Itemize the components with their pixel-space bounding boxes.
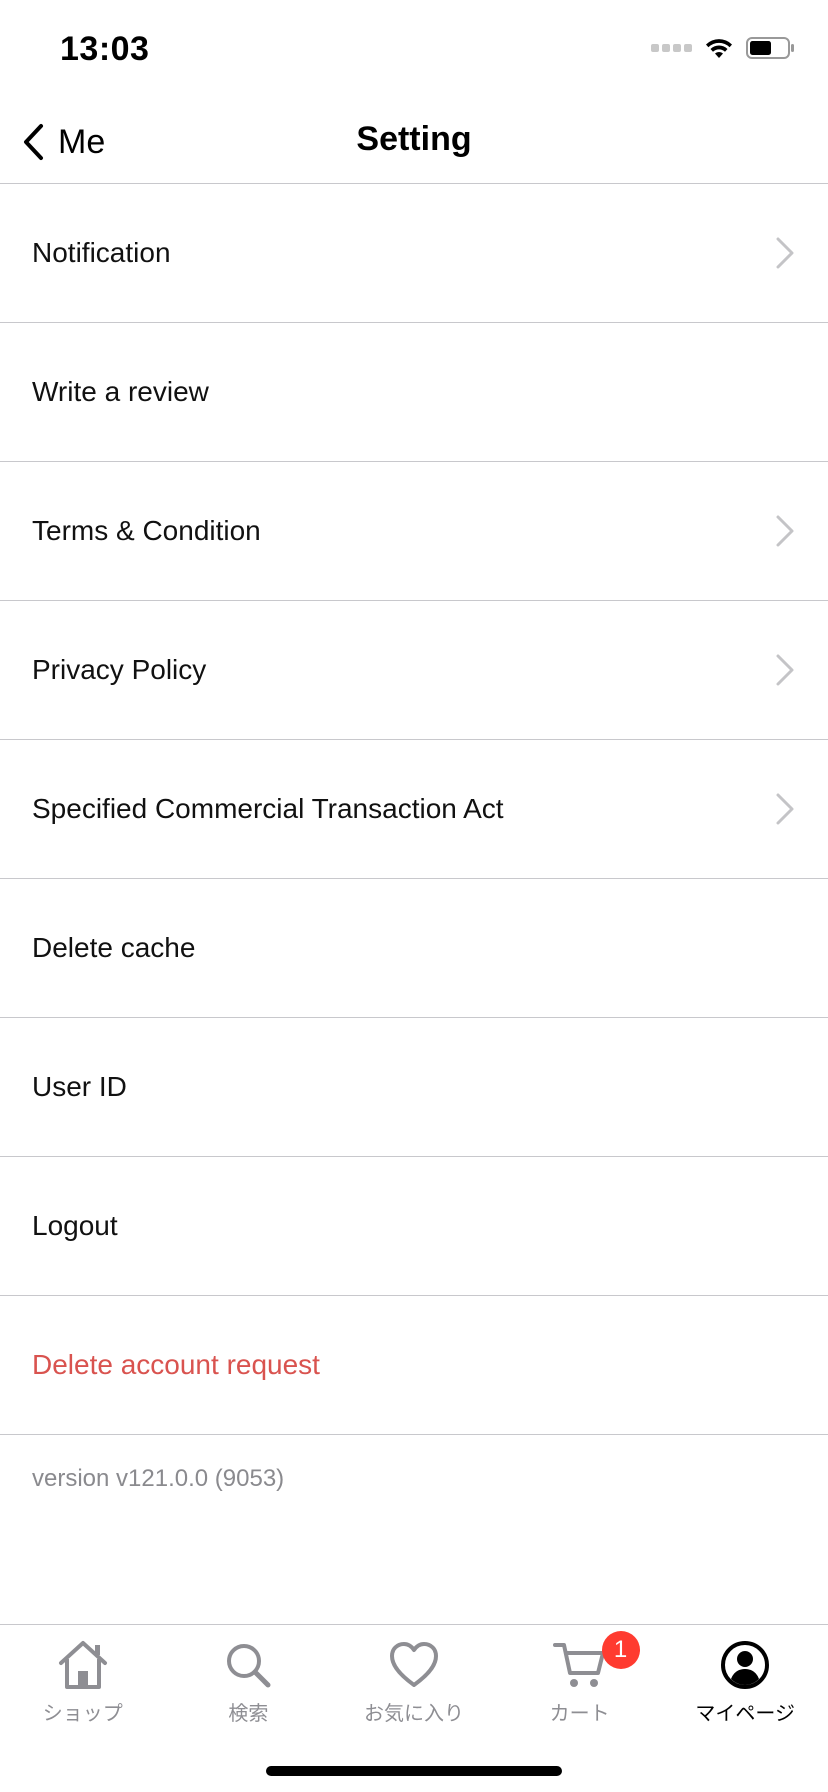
chevron-right-icon [776,793,794,825]
tab-search[interactable]: 検索 [166,1625,332,1735]
row-label: User ID [32,1071,127,1102]
heart-icon [389,1642,438,1687]
tab-shop[interactable]: ショップ [0,1625,166,1735]
tab-cart[interactable]: 1 カート [497,1625,663,1735]
settings-row-delete-account[interactable]: Delete account request [0,1296,828,1435]
status-time: 13:03 [60,30,150,68]
cart-icon [552,1643,605,1687]
settings-list: Notification Write a review Terms & Cond… [0,184,828,1435]
settings-row-user-id[interactable]: User ID [0,1018,828,1157]
battery-icon [746,37,794,59]
tab-bar: ショップ 検索 お気に入り 1 カート マイページ [0,1624,828,1792]
settings-row-write-review[interactable]: Write a review [0,323,828,462]
tab-label: カート [549,1701,610,1725]
nav-bar: Me Setting [0,100,828,184]
status-bar: 13:03 [0,0,828,100]
chevron-right-icon [776,654,794,686]
row-label: Notification [32,237,171,268]
cart-badge: 1 [601,1631,640,1669]
settings-row-privacy-policy[interactable]: Privacy Policy [0,601,828,740]
home-icon [58,1641,107,1689]
row-label: Delete cache [32,932,196,963]
signal-icon [651,44,692,52]
search-icon [227,1644,271,1688]
chevron-right-icon [776,515,794,547]
tab-favorites[interactable]: お気に入り [331,1625,497,1735]
row-label: Privacy Policy [32,654,207,685]
status-icons [651,36,796,60]
wifi-icon [706,39,732,58]
home-indicator[interactable] [266,1766,562,1776]
tab-label: ショップ [42,1701,123,1725]
settings-row-commercial-transaction-act[interactable]: Specified Commercial Transaction Act [0,740,828,879]
tab-label: マイページ [695,1701,795,1725]
tab-my-page[interactable]: マイページ [662,1625,828,1735]
row-label: Logout [32,1210,118,1241]
row-label: Delete account request [32,1349,320,1380]
chevron-right-icon [776,237,794,269]
settings-row-terms[interactable]: Terms & Condition [0,462,828,601]
settings-row-logout[interactable]: Logout [0,1157,828,1296]
tab-label: 検索 [228,1701,269,1725]
tab-label: お気に入り [363,1701,464,1725]
row-label: Terms & Condition [32,515,261,546]
version-text: version v121.0.0 (9053) [32,1465,285,1492]
row-label: Write a review [32,376,209,407]
profile-icon [721,1641,770,1689]
settings-row-notification[interactable]: Notification [0,184,828,323]
page-title: Setting [356,120,472,158]
settings-row-delete-cache[interactable]: Delete cache [0,879,828,1018]
row-label: Specified Commercial Transaction Act [32,793,504,824]
